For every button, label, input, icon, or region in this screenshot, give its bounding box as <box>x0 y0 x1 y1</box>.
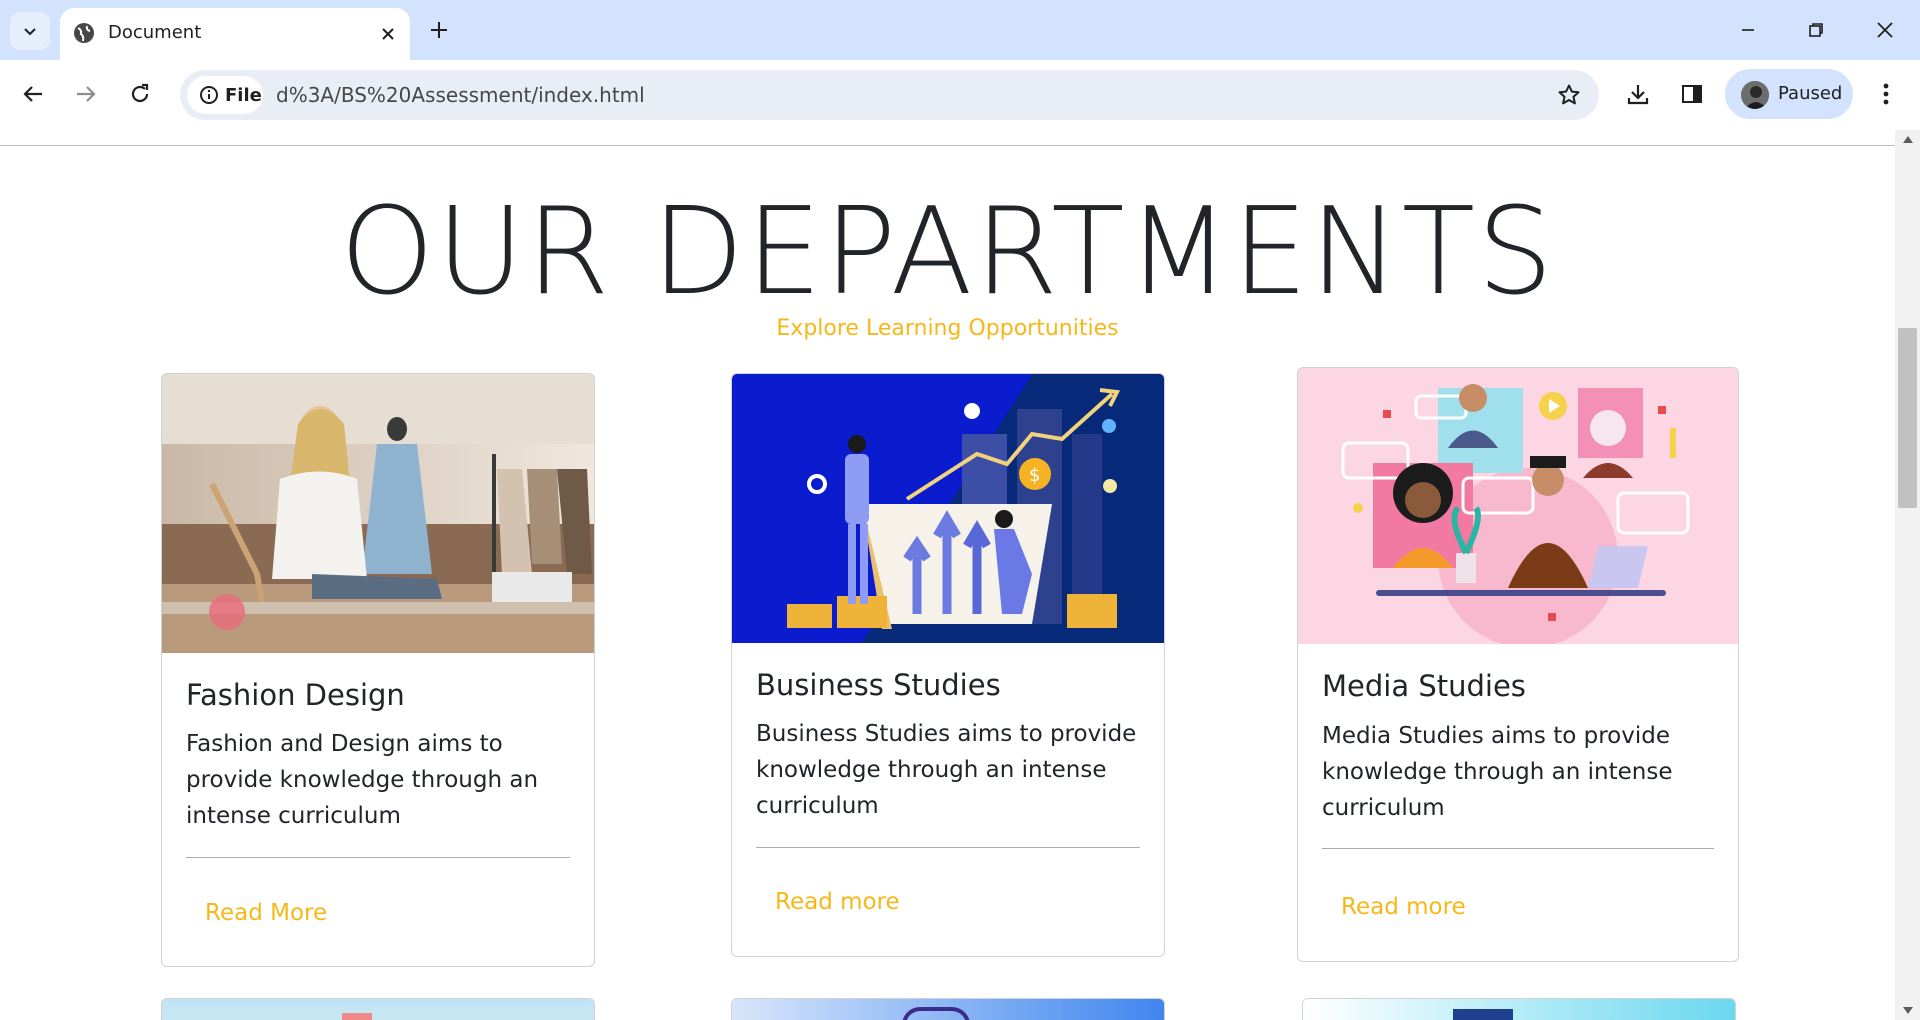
card-image <box>1303 999 1735 1020</box>
kebab-menu-icon[interactable] <box>1866 74 1906 114</box>
card-description: Business Studies aims to provide knowled… <box>756 721 1137 819</box>
read-more-link-business[interactable]: Read more <box>775 889 900 915</box>
scroll-down-arrow-icon[interactable] <box>1903 1007 1913 1014</box>
business-growth-illustration: $ <box>732 374 1164 643</box>
window-close-icon[interactable] <box>1857 6 1913 54</box>
read-more-link-media[interactable]: Read more <box>1341 894 1466 920</box>
svg-text:$: $ <box>1029 465 1040 486</box>
profile-label: Paused <box>1778 83 1843 104</box>
restore-icon[interactable] <box>1788 6 1844 54</box>
star-icon[interactable] <box>1553 79 1585 111</box>
page-viewport: OUR DEPARTMENTS Explore Learning Opportu… <box>0 130 1895 1020</box>
active-tab[interactable]: Document <box>60 8 410 60</box>
plus-icon[interactable] <box>423 14 455 46</box>
profile-button[interactable]: Paused <box>1725 69 1853 119</box>
department-card-business: $ Business Studies Business Studies aims… <box>731 373 1165 957</box>
read-more-link-fashion[interactable]: Read More <box>205 900 327 926</box>
avatar <box>1741 81 1769 109</box>
site-chip-label: File <box>225 84 262 106</box>
globe-icon <box>72 21 96 45</box>
fashion-designer-photo <box>162 374 594 653</box>
browser-toolbar: File d%3A/BS%20Assessment/index.html Pau… <box>0 60 1920 190</box>
site-info-chip[interactable]: File <box>187 76 263 114</box>
section-divider <box>0 145 1895 146</box>
card-divider <box>1322 848 1714 849</box>
card-title: Media Studies <box>1322 669 1526 703</box>
department-card-partial <box>731 998 1165 1020</box>
vertical-scrollbar[interactable] <box>1895 130 1920 1020</box>
tab-title: Document <box>108 22 202 43</box>
browser-tab-strip: Document <box>0 0 1920 60</box>
url-text[interactable]: d%3A/BS%20Assessment/index.html <box>276 83 645 107</box>
card-description: Media Studies aims to provide knowledge … <box>1322 723 1673 821</box>
close-icon[interactable] <box>374 20 402 48</box>
card-image-detail <box>342 1013 372 1020</box>
side-panel-icon[interactable] <box>1672 74 1712 114</box>
department-card-media: Media Studies Media Studies aims to prov… <box>1297 367 1739 962</box>
media-people-illustration <box>1298 368 1738 644</box>
card-image <box>162 999 594 1020</box>
card-divider <box>756 847 1140 848</box>
download-icon[interactable] <box>1618 74 1658 114</box>
card-image-detail <box>1453 1009 1513 1020</box>
info-icon <box>199 85 219 105</box>
scroll-up-arrow-icon[interactable] <box>1903 136 1913 143</box>
page-title: OUR DEPARTMENTS <box>339 183 1556 322</box>
page-subtitle: Explore Learning Opportunities <box>776 316 1119 341</box>
card-description: Fashion and Design aims to provide knowl… <box>186 731 539 829</box>
back-icon[interactable] <box>13 74 53 114</box>
card-title: Fashion Design <box>186 678 405 712</box>
minimize-icon[interactable] <box>1720 6 1776 54</box>
scrollbar-thumb[interactable] <box>1898 328 1917 508</box>
forward-icon[interactable] <box>66 74 106 114</box>
card-title: Business Studies <box>756 668 1001 702</box>
card-divider <box>186 857 570 858</box>
department-card-fashion: Fashion Design Fashion and Design aims t… <box>161 373 595 967</box>
department-card-partial <box>1302 998 1736 1020</box>
reload-icon[interactable] <box>120 74 160 114</box>
card-image-detail <box>902 1007 970 1020</box>
department-card-partial <box>161 998 595 1020</box>
address-bar[interactable]: File d%3A/BS%20Assessment/index.html <box>180 70 1599 120</box>
tab-search-icon[interactable] <box>10 12 50 50</box>
